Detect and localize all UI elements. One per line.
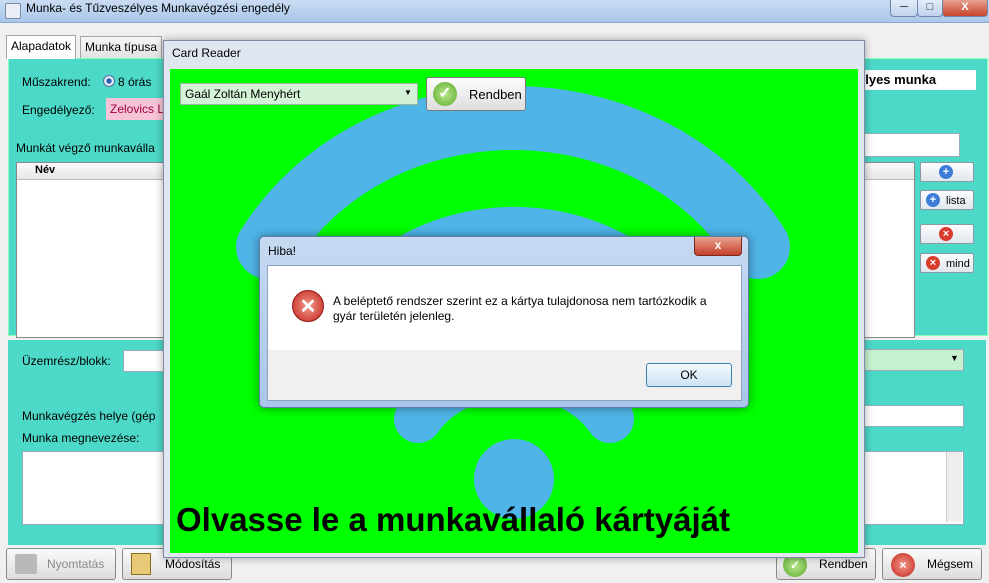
add-worker-button[interactable]: + (920, 162, 974, 182)
tab-munka-tipusa[interactable]: Munka típusa (80, 36, 163, 58)
remove-worker-button[interactable]: × (920, 224, 974, 244)
shift-option-label: 8 órás (118, 75, 152, 89)
plus-icon: + (939, 165, 953, 179)
card-read-prompt: Olvasse le a munkavállaló kártyáját (176, 501, 730, 538)
app-icon (5, 3, 21, 19)
print-button[interactable]: Nyomtatás (6, 548, 116, 580)
chevron-down-icon[interactable]: ▼ (404, 88, 412, 97)
approver-label: Engedélyező: (22, 103, 95, 117)
error-icon: ✕ (292, 290, 324, 322)
location-label: Munkavégzés helye (gép (22, 409, 156, 423)
card-reader-ok-label: Rendben (469, 87, 522, 102)
remove-icon: × (939, 227, 953, 241)
location-field[interactable] (858, 405, 964, 427)
window-title: Munka- és Tűzveszélyes Munkavégzési enge… (26, 1, 290, 15)
clipboard-edit-icon (131, 553, 151, 575)
cancel-button[interactable]: × Mégsem (882, 548, 982, 580)
error-message-line2: gyár területén jelenleg. (333, 309, 455, 323)
grid-column-name[interactable]: Név (35, 164, 55, 176)
right-select[interactable] (858, 349, 964, 371)
work-name-scrollbar[interactable] (946, 452, 962, 522)
error-dialog-title: Hiba! (268, 244, 297, 258)
person-select[interactable]: Gaál Zoltán Menyhért (180, 83, 418, 105)
print-label: Nyomtatás (47, 557, 105, 571)
printer-icon (15, 554, 37, 574)
remove-all-label: mind (946, 258, 970, 270)
cancel-icon: × (891, 553, 915, 577)
approver-field[interactable]: Zelovics L (106, 98, 168, 120)
cancel-label: Mégsem (927, 557, 974, 571)
error-ok-button[interactable]: OK (646, 363, 732, 387)
card-reader-title: Card Reader (172, 46, 241, 60)
minimize-button[interactable]: ─ (890, 0, 918, 17)
workers-label: Munkát végző munkaválla (16, 141, 155, 155)
card-reader-ok-button[interactable]: ✓ Rendben (426, 77, 526, 111)
add-list-label: lista (946, 195, 966, 207)
error-message-line1: A beléptető rendszer szerint ez a kártya… (333, 294, 707, 308)
right-text-field[interactable] (858, 133, 960, 157)
add-list-button[interactable]: + lista (920, 190, 974, 210)
work-type-title: élyes munka (858, 70, 976, 90)
remove-icon: × (926, 256, 940, 270)
error-dialog-close-button[interactable]: x (694, 237, 742, 256)
maximize-button[interactable]: □ (917, 0, 943, 17)
work-name-label: Munka megnevezése: (22, 431, 140, 445)
chevron-down-icon[interactable]: ▼ (950, 353, 959, 363)
shift-radio[interactable] (103, 75, 115, 87)
checkmark-icon: ✓ (433, 82, 457, 106)
close-window-button[interactable]: X (942, 0, 988, 17)
error-message: A beléptető rendszer szerint ez a kártya… (333, 294, 713, 324)
plus-icon: + (926, 193, 940, 207)
plant-label: Üzemrész/blokk: (22, 354, 111, 368)
shift-label: Műszakrend: (22, 75, 91, 89)
tab-alapadatok[interactable]: Alapadatok (6, 35, 77, 59)
error-dialog-body: ✕ A beléptető rendszer szerint ez a kárt… (267, 265, 742, 401)
remove-all-button[interactable]: × mind (920, 253, 974, 273)
error-dialog: Hiba! x ✕ A beléptető rendszer szerint e… (259, 236, 749, 408)
